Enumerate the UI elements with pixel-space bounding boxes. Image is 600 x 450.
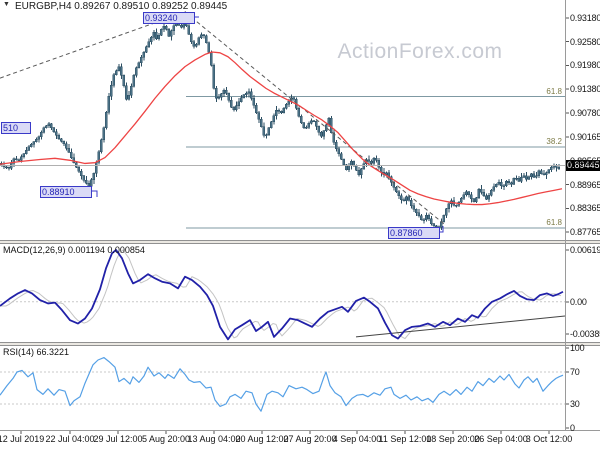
rsi-axis-label: 70 bbox=[570, 367, 580, 377]
time-axis-label: 22 Jul 04:00 bbox=[45, 434, 95, 444]
moving-average-line bbox=[0, 51, 563, 206]
axis-border-vertical bbox=[565, 0, 566, 430]
price-level-annotation[interactable]: 0.93240 bbox=[143, 12, 195, 24]
macd-indicator-label: MACD(12,26,9) 0.001194 0.000854 bbox=[3, 245, 145, 255]
time-axis-label: 4 Sep 04:00 bbox=[332, 434, 382, 444]
rsi-axis-label: 100 bbox=[570, 343, 585, 353]
axis-border-horizontal bbox=[0, 430, 600, 431]
price-level-annotation[interactable]: 0.87860 bbox=[388, 227, 440, 239]
macd-axis-label: 0.00 bbox=[570, 296, 587, 307]
fib-level-label: 38.2 bbox=[546, 136, 562, 146]
time-axis-label: 11 Sep 12:00 bbox=[378, 434, 432, 444]
macd-axis-label: 0.006195 bbox=[570, 244, 600, 255]
panel-separator-price-macd[interactable] bbox=[0, 240, 600, 244]
macd-main-line bbox=[0, 249, 564, 341]
time-axis-label: 13 Aug 04:00 bbox=[187, 434, 241, 444]
macd-axis-label: -0.003851 bbox=[570, 328, 600, 339]
price-level-annotation[interactable]: 0.88910 bbox=[40, 186, 92, 198]
fib-retracement-lines bbox=[186, 96, 565, 229]
price-axis-label: 0.90165 bbox=[570, 132, 600, 143]
price-axis-label: 0.92580 bbox=[570, 36, 600, 47]
chart-window: ▼ EURGBP,H4 0.89267 0.89510 0.89252 0.89… bbox=[0, 0, 600, 450]
chart-title-ohlc: EURGBP,H4 0.89267 0.89510 0.89252 0.8944… bbox=[15, 1, 228, 12]
time-axis-label: 29 Jul 12:00 bbox=[93, 434, 143, 444]
chart-canvas bbox=[0, 11, 569, 434]
price-axis-label: 0.88965 bbox=[570, 179, 600, 190]
price-axis-label: 0.88365 bbox=[570, 203, 600, 214]
time-axis-label: 18 Sep 20:00 bbox=[426, 434, 480, 444]
panel-separator-macd-rsi[interactable] bbox=[0, 342, 600, 346]
time-axis-label: 27 Aug 20:00 bbox=[283, 434, 337, 444]
fib-level-label: 61.8 bbox=[546, 86, 562, 96]
price-axis-label: 0.89565 bbox=[570, 155, 600, 166]
time-axis-label: 26 Sep 04:00 bbox=[474, 434, 528, 444]
rsi-axis-label: 0 bbox=[570, 423, 575, 433]
time-axis-label: 12 Jul 2019 bbox=[0, 434, 45, 444]
time-axis-label: 3 Oct 12:00 bbox=[525, 434, 573, 444]
chevron-down-icon[interactable]: ▼ bbox=[3, 1, 10, 8]
rsi-axis-label: 30 bbox=[570, 399, 580, 409]
price-axis-label: 0.93180 bbox=[570, 13, 600, 24]
time-axis-label: 20 Aug 12:00 bbox=[235, 434, 289, 444]
price-axis-label: 0.90780 bbox=[570, 107, 600, 118]
time-axis-label: 5 Aug 20:00 bbox=[141, 434, 191, 444]
watermark: ActionForex.com bbox=[337, 40, 503, 63]
fib-level-label: 61.8 bbox=[546, 217, 562, 227]
rsi-indicator-label: RSI(14) 66.3221 bbox=[3, 347, 70, 357]
price-level-annotation[interactable]: 510 bbox=[1, 122, 31, 134]
price-axis-label: 0.87765 bbox=[570, 227, 600, 238]
price-axis-label: 0.91980 bbox=[570, 60, 600, 71]
price-axis-label: 0.91380 bbox=[570, 84, 600, 95]
rsi-line bbox=[0, 357, 564, 412]
